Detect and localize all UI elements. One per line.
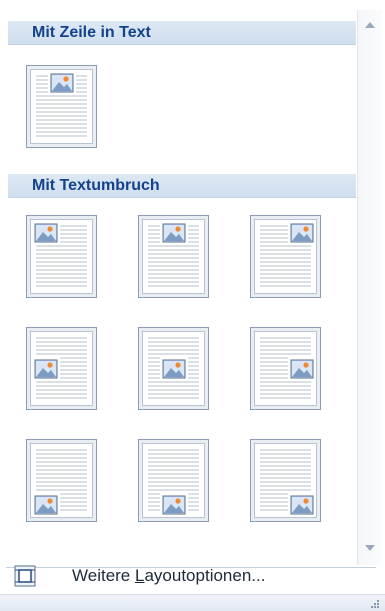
page-thumbnail-icon [26,215,97,298]
layout-option-top-left[interactable] [25,214,99,300]
page-thumbnail-icon [250,215,321,298]
scroll-down-button[interactable] [358,537,382,559]
layout-option-middle-right[interactable] [249,326,323,412]
arrow-down-icon [365,545,375,551]
page-thumbnail-icon [250,327,321,410]
section-title-wrap: Mit Textumbruch [32,177,160,194]
page-thumbnail-icon [26,327,97,410]
scroll-up-button[interactable] [358,14,382,36]
more-layout-options-label: Weitere Layoutoptionen... [72,566,266,585]
page-thumbnail-icon [138,439,209,522]
layout-option-bottom-left[interactable] [25,438,99,524]
resize-strip[interactable] [0,594,385,611]
gallery-scrollbar[interactable] [357,10,382,565]
layout-option-top-right[interactable] [249,214,323,300]
layout-frame-icon [10,558,40,594]
layout-option-inline[interactable] [25,64,99,150]
page-thumbnail-icon [138,215,209,298]
page-thumbnail-icon [26,65,97,148]
layout-option-top-center[interactable] [137,214,211,300]
page-thumbnail-icon [138,327,209,410]
section-header-wrap: Mit Textumbruch [8,174,356,198]
section-header-inline: Mit Zeile in Text [8,21,356,45]
page-thumbnail-icon [250,439,321,522]
layout-option-middle-center[interactable] [137,326,211,412]
picture-position-gallery: Mit Zeile in Text Mit Textumbruch Weiter… [0,0,385,611]
layout-option-bottom-right[interactable] [249,438,323,524]
resize-grip-icon[interactable] [371,600,379,608]
layout-option-bottom-center[interactable] [137,438,211,524]
layout-option-middle-left[interactable] [25,326,99,412]
page-thumbnail-icon [26,439,97,522]
more-layout-options-item[interactable]: Weitere Layoutoptionen... [6,558,376,594]
arrow-up-icon [365,22,375,28]
section-title-inline: Mit Zeile in Text [32,24,151,41]
